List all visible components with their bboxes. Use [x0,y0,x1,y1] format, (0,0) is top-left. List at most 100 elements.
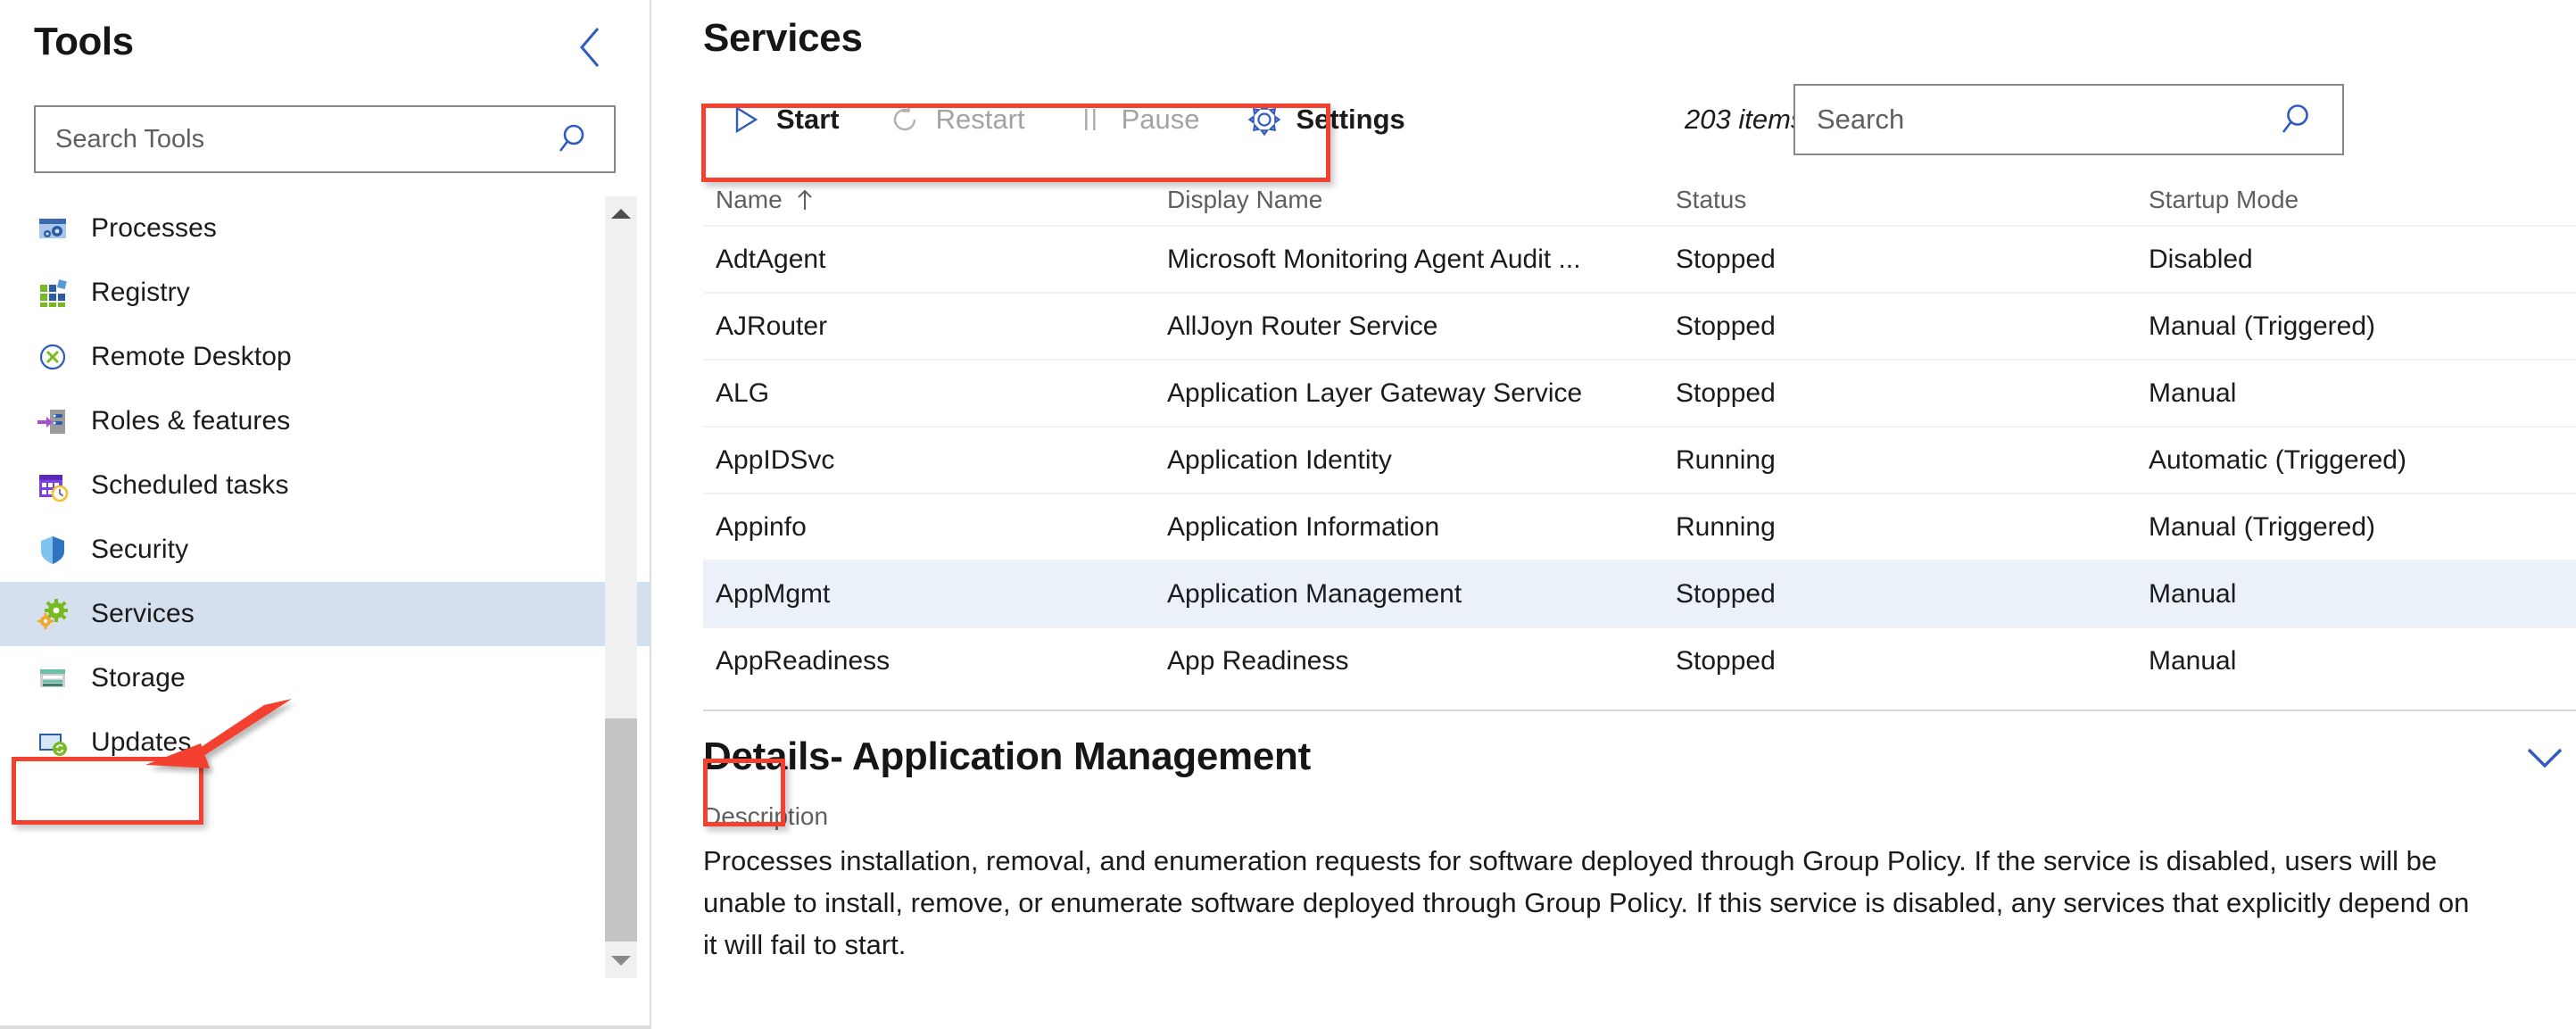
cell-display-name: App Readiness [1167,645,1349,676]
sidebar-item-label: Security [91,535,189,564]
sidebar-item-updates[interactable]: Updates [0,710,651,775]
cell-status: Stopped [1676,378,1776,408]
cell-status: Stopped [1676,311,1776,341]
cell-status: Stopped [1676,244,1776,274]
column-header-display-name[interactable]: Display Name [1167,186,1676,214]
sidebar-item-label: Registry [91,278,190,307]
table-row[interactable]: AppIDSvc Application Identity Running Au… [703,426,2576,493]
sidebar-nav-area: Processes Registry Remote Desktop Roles … [0,196,651,978]
cell-display-name: Application Information [1167,511,1440,542]
search-icon[interactable] [2280,100,2342,139]
details-collapse-button[interactable] [2520,740,2570,780]
services-gears-icon [34,595,71,633]
tools-sidebar: Tools Search Tools Processes Registry Re… [0,0,651,1029]
column-header-startup-mode[interactable]: Startup Mode [2149,186,2576,214]
cell-status: Stopped [1676,578,1776,609]
cell-startup-mode: Manual [2149,645,2237,676]
start-label: Start [776,104,840,135]
sidebar-item-label: Processes [91,213,217,243]
cell-startup-mode: Manual (Triggered) [2149,311,2375,341]
cell-name: AppReadiness [716,645,890,676]
scroll-up-arrow-icon[interactable] [605,196,637,230]
sidebar-scrollbar[interactable] [605,196,637,978]
services-search-input[interactable] [1795,86,2280,154]
services-table: Name Display Name Status Startup Mode Ad… [703,175,2576,693]
sidebar-item-label: Remote Desktop [91,342,292,371]
restart-label: Restart [935,104,1025,135]
table-row[interactable]: Appinfo Application Information Running … [703,493,2576,560]
chevron-left-icon [575,23,605,76]
services-search-box[interactable] [1793,84,2344,155]
cell-display-name: AllJoyn Router Service [1167,311,1438,341]
sidebar-item-roles-features[interactable]: Roles & features [0,389,651,453]
details-title-suffix: - Application Management [830,734,1311,778]
arrow-up-icon [795,188,815,212]
pause-label: Pause [1121,104,1200,135]
sidebar-item-services[interactable]: Services [0,582,651,646]
description-text: Processes installation, removal, and enu… [703,845,2470,960]
description-label: Description [703,802,829,830]
start-button[interactable]: Start [703,84,863,155]
search-tools-input[interactable] [36,107,557,171]
sidebar-item-remote-desktop[interactable]: Remote Desktop [0,325,651,389]
gear-icon [1246,101,1283,138]
column-header-name[interactable]: Name [703,186,1167,214]
sidebar-item-scheduled-tasks[interactable]: Scheduled tasks [0,453,651,518]
processes-icon [34,210,71,247]
cell-name: Appinfo [716,511,807,542]
pause-button[interactable]: Pause [1048,84,1223,155]
sidebar-item-label: Roles & features [91,406,291,436]
settings-button[interactable]: Settings [1222,84,1428,155]
sidebar-item-processes[interactable]: Processes [0,196,651,261]
details-divider [703,710,2576,711]
services-tool-window: Tools Search Tools Processes Registry Re… [0,0,2576,1029]
restart-button[interactable]: Restart [863,84,1048,155]
sidebar-item-registry[interactable]: Registry [0,261,651,325]
sidebar-search-wrap [0,105,650,173]
search-icon[interactable] [557,120,614,158]
chevron-down-icon [2520,748,2570,779]
table-row[interactable]: ALG Application Layer Gateway Service St… [703,359,2576,426]
cell-display-name: Application Management [1167,578,1462,609]
table-row[interactable]: AJRouter AllJoyn Router Service Stopped … [703,292,2576,359]
scroll-down-arrow-icon[interactable] [605,944,637,978]
cell-status: Running [1676,444,1776,475]
sidebar-item-security[interactable]: Security [0,518,651,582]
scheduled-tasks-icon [34,467,71,504]
cell-startup-mode: Disabled [2149,244,2253,274]
sidebar-collapse-button[interactable] [566,25,614,73]
table-row[interactable]: AdtAgent Microsoft Monitoring Agent Audi… [703,225,2576,292]
cell-startup-mode: Automatic (Triggered) [2149,444,2406,475]
sidebar-item-label: Storage [91,663,186,693]
cell-name: AppMgmt [716,578,831,609]
column-header-status[interactable]: Status [1676,186,2149,214]
sidebar-item-label: Scheduled tasks [91,470,289,500]
cell-name: AdtAgent [716,244,826,274]
cell-startup-mode: Manual [2149,578,2237,609]
cell-display-name: Application Layer Gateway Service [1167,378,1583,408]
table-row[interactable]: AppReadiness App Readiness Stopped Manua… [703,627,2576,693]
storage-icon [34,660,71,697]
sidebar-title: Tools [34,20,134,63]
details-header: Details - Application Management [703,734,2576,779]
scrollbar-thumb[interactable] [605,718,637,942]
refresh-icon [886,101,924,138]
sidebar-header: Tools [0,0,650,73]
cell-name: AJRouter [716,311,828,341]
sidebar-item-label: Services [91,599,195,628]
sidebar-bottom-divider [0,1025,651,1029]
play-triangle-icon [726,101,764,138]
tools-search-box[interactable] [34,105,616,173]
cell-name: ALG [716,378,770,408]
page-title: Services [703,16,863,60]
items-count: 203 items [1685,104,1805,135]
registry-icon [34,274,71,311]
sidebar-item-storage[interactable]: Storage [0,646,651,710]
table-header-row: Name Display Name Status Startup Mode [703,175,2576,225]
remote-desktop-icon [34,338,71,376]
tools-nav-list: Processes Registry Remote Desktop Roles … [0,196,651,775]
table-row[interactable]: AppMgmt Application Management Stopped M… [703,560,2576,627]
roles-features-icon [34,402,71,440]
cell-status: Running [1676,511,1776,542]
pause-bars-icon [1072,101,1109,138]
